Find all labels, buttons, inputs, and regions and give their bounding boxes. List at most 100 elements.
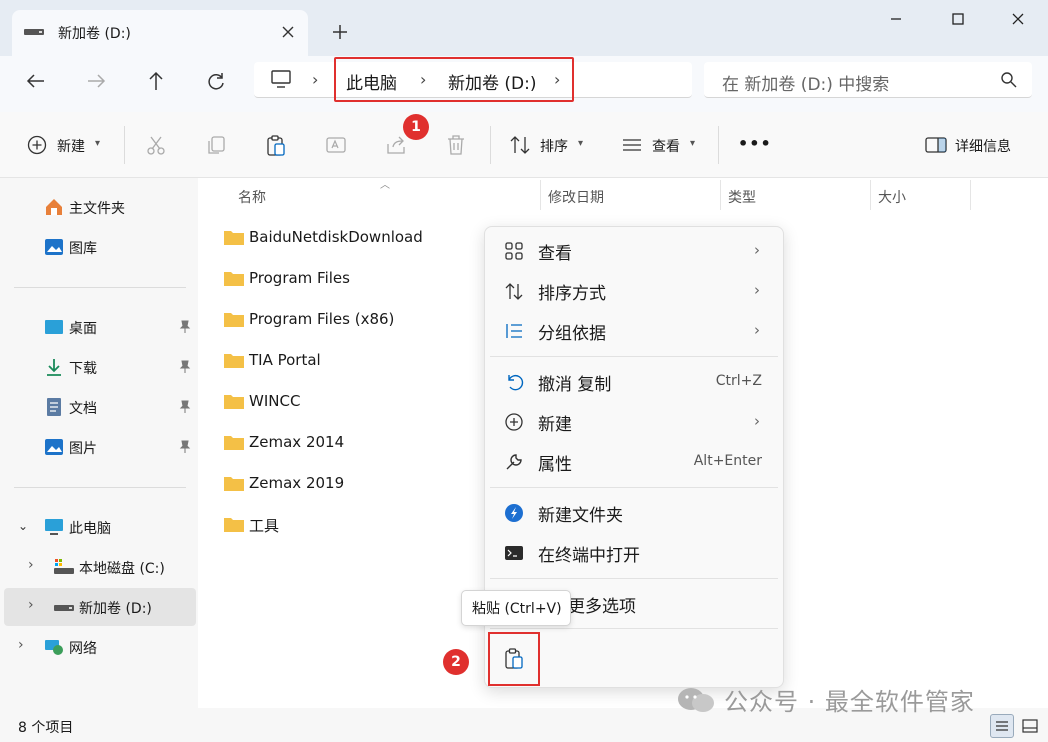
- sidebar-item-network[interactable]: › 网络: [0, 628, 196, 666]
- pin-icon[interactable]: [178, 320, 192, 334]
- details-view-icon[interactable]: [990, 714, 1014, 738]
- column-header-size[interactable]: 大小: [878, 187, 906, 207]
- view-button[interactable]: 查看: [652, 136, 680, 156]
- folder-icon: [224, 434, 244, 450]
- details-button[interactable]: 详细信息: [955, 136, 1011, 156]
- paste-icon[interactable]: [503, 647, 527, 671]
- maximize-icon[interactable]: [938, 4, 978, 34]
- file-row[interactable]: BaiduNetdiskDownload: [220, 222, 480, 254]
- sidebar-item-gallery[interactable]: 图库: [0, 228, 196, 266]
- details-pane-icon[interactable]: [924, 133, 948, 157]
- back-icon[interactable]: [18, 66, 54, 96]
- computer-icon[interactable]: [270, 68, 292, 90]
- menu-item-properties[interactable]: 属性 Alt+Enter: [492, 444, 776, 480]
- chevron-right-icon[interactable]: ›: [28, 557, 34, 573]
- sidebar-item-drive-c[interactable]: › 本地磁盘 (C:): [0, 548, 196, 586]
- column-separator[interactable]: [540, 180, 541, 210]
- search-placeholder[interactable]: 在 新加卷 (D:) 中搜索: [722, 70, 889, 95]
- pin-icon[interactable]: [178, 400, 192, 414]
- menu-item-group-by[interactable]: 分组依据 ›: [492, 313, 776, 349]
- column-separator[interactable]: [720, 180, 721, 210]
- close-tab-icon[interactable]: [276, 20, 300, 44]
- menu-item-label: 更多选项: [568, 597, 636, 617]
- share-icon[interactable]: [384, 133, 408, 157]
- column-header-name[interactable]: 名称: [238, 187, 266, 207]
- forward-icon[interactable]: [78, 66, 114, 96]
- column-separator[interactable]: [870, 180, 871, 210]
- file-row[interactable]: Program Files: [220, 263, 480, 295]
- sort-button[interactable]: 排序: [540, 136, 568, 156]
- sidebar-separator: [14, 287, 186, 288]
- chevron-down-icon[interactable]: ▾: [578, 138, 583, 149]
- sidebar-item-documents[interactable]: 文档: [0, 388, 196, 426]
- annotation-badge-2: 2: [443, 649, 469, 675]
- rename-icon[interactable]: [324, 133, 348, 157]
- refresh-icon[interactable]: [198, 66, 234, 96]
- sidebar-item-drive-d[interactable]: › 新加卷 (D:): [4, 588, 196, 626]
- chevron-right-icon[interactable]: ›: [554, 70, 560, 89]
- chevron-down-icon[interactable]: ▾: [95, 138, 100, 149]
- file-row[interactable]: Zemax 2014: [220, 427, 480, 459]
- column-header-date[interactable]: 修改日期: [548, 187, 604, 207]
- more-options-button[interactable]: •••: [738, 134, 772, 153]
- tiles-view-icon[interactable]: [1018, 714, 1042, 738]
- menu-item-undo-copy[interactable]: 撤消 复制 Ctrl+Z: [492, 364, 776, 400]
- column-separator[interactable]: [970, 180, 971, 210]
- new-tab-icon[interactable]: [328, 20, 352, 44]
- sidebar-item-this-pc[interactable]: ⌄ 此电脑: [0, 508, 196, 546]
- paste-icon[interactable]: [264, 133, 288, 157]
- menu-item-view[interactable]: 查看 ›: [492, 233, 776, 269]
- file-name: WINCC: [249, 392, 301, 410]
- download-icon: [44, 357, 64, 377]
- menu-separator: [490, 628, 778, 629]
- sort-icon[interactable]: [508, 133, 532, 157]
- breadcrumb-this-pc[interactable]: 此电脑: [346, 69, 397, 94]
- cut-icon[interactable]: [144, 133, 168, 157]
- drive-icon: [24, 27, 44, 37]
- gallery-icon: [44, 237, 64, 257]
- menu-item-label: 撤消 复制: [538, 375, 612, 395]
- new-button[interactable]: 新建: [57, 136, 85, 156]
- sidebar-item-pictures[interactable]: 图片: [0, 428, 196, 466]
- file-row[interactable]: Program Files (x86): [220, 304, 480, 336]
- copy-icon[interactable]: [204, 133, 228, 157]
- chevron-down-icon[interactable]: ⌄: [18, 519, 28, 533]
- menu-item-label: 查看: [538, 244, 572, 264]
- tab-drive-d[interactable]: 新加卷 (D:): [12, 10, 308, 56]
- chevron-right-icon[interactable]: ›: [420, 70, 426, 89]
- pin-icon[interactable]: [178, 360, 192, 374]
- file-name: Zemax 2019: [249, 474, 345, 492]
- chevron-right-icon: ›: [754, 281, 760, 299]
- pin-icon[interactable]: [178, 440, 192, 454]
- file-row[interactable]: 工具: [220, 509, 480, 541]
- delete-icon[interactable]: [444, 133, 468, 157]
- menu-item-open-terminal[interactable]: 在终端中打开: [492, 535, 776, 571]
- file-row[interactable]: WINCC: [220, 386, 480, 418]
- sidebar-item-downloads[interactable]: 下载: [0, 348, 196, 386]
- menu-item-new-folder[interactable]: 新建文件夹: [492, 495, 776, 531]
- chevron-right-icon[interactable]: ›: [312, 70, 318, 89]
- sidebar-item-label: 桌面: [69, 321, 97, 337]
- sidebar-item-desktop[interactable]: 桌面: [0, 308, 196, 346]
- pictures-icon: [44, 437, 64, 457]
- column-header-type[interactable]: 类型: [728, 187, 756, 207]
- chevron-right-icon[interactable]: ›: [18, 637, 24, 653]
- view-icon[interactable]: [620, 133, 644, 157]
- sidebar-item-label: 主文件夹: [69, 201, 125, 217]
- chevron-down-icon[interactable]: ▾: [690, 138, 695, 149]
- file-row[interactable]: TIA Portal: [220, 345, 480, 377]
- new-icon[interactable]: [26, 133, 50, 157]
- network-icon: [44, 637, 64, 657]
- sidebar-item-home[interactable]: 主文件夹: [0, 188, 196, 226]
- file-row[interactable]: Zemax 2019: [220, 468, 480, 500]
- search-icon[interactable]: [1000, 71, 1018, 89]
- breadcrumb-drive-d[interactable]: 新加卷 (D:): [448, 69, 537, 94]
- menu-item-sort-by[interactable]: 排序方式 ›: [492, 273, 776, 309]
- chevron-right-icon[interactable]: ›: [28, 597, 34, 613]
- minimize-icon[interactable]: [876, 4, 916, 34]
- close-window-icon[interactable]: [998, 4, 1038, 34]
- up-icon[interactable]: [138, 66, 174, 96]
- menu-separator: [490, 578, 778, 579]
- sidebar-item-label: 网络: [69, 641, 97, 657]
- menu-item-new[interactable]: 新建 ›: [492, 404, 776, 440]
